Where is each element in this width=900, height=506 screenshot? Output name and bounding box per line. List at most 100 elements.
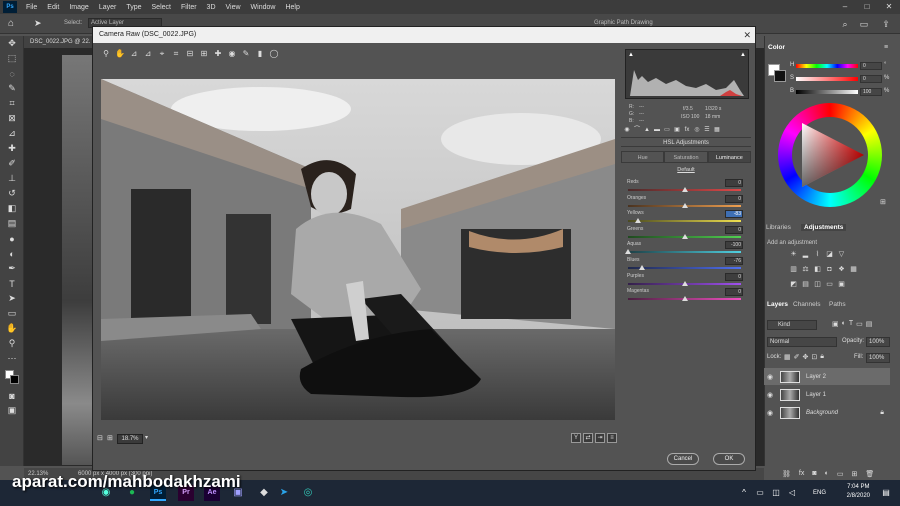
pen-tool-icon[interactable]: ✒ <box>0 261 24 276</box>
screen-mode-icon[interactable]: ▣ <box>0 403 24 418</box>
color-lookup-icon[interactable]: ▦ <box>849 265 858 274</box>
snapshots-tab-icon[interactable]: ▦ <box>713 126 721 134</box>
app-icon[interactable]: ◆ <box>256 485 272 501</box>
menu-select[interactable]: Select <box>147 4 176 11</box>
slider-value[interactable]: 0 <box>725 272 743 281</box>
document-tab[interactable]: DSC_0022.JPG @ 22. <box>24 36 94 48</box>
eyedropper-tool-icon[interactable]: ⊿ <box>0 126 24 141</box>
zoom-in-icon[interactable]: ⊞ <box>107 434 113 442</box>
highlight-clip-icon[interactable]: ▲ <box>740 52 746 58</box>
tab-hue[interactable]: Hue <box>621 151 665 163</box>
red-eye-icon[interactable]: ◉ <box>225 47 239 61</box>
raw-preview-image[interactable] <box>101 79 615 420</box>
slider-track[interactable] <box>628 267 741 269</box>
brush-tool-icon[interactable]: ✐ <box>0 156 24 171</box>
blend-mode-dropdown[interactable]: Normal <box>767 337 837 347</box>
channel-mixer-icon[interactable]: ❖ <box>837 265 846 274</box>
white-balance-tool-icon[interactable]: ⊿ <box>127 47 141 61</box>
move-tool-icon[interactable]: ➤ <box>34 18 42 29</box>
history-brush-icon[interactable]: ↺ <box>0 186 24 201</box>
levels-icon[interactable]: ▂ <box>801 250 810 259</box>
slider-oranges[interactable]: Oranges 0 <box>627 194 747 209</box>
copy-settings-icon[interactable]: ⇥ <box>595 433 605 443</box>
lock-all-icon[interactable]: 🔒︎ <box>820 353 824 361</box>
lock-transparent-icon[interactable]: ▦ <box>784 353 791 361</box>
menu-file[interactable]: File <box>21 4 42 11</box>
pixel-filter-icon[interactable]: ▣ <box>832 320 839 328</box>
menu-view[interactable]: View <box>221 4 246 11</box>
slider-value[interactable]: 0 <box>725 194 743 203</box>
lens-tab-icon[interactable]: ▣ <box>673 126 681 134</box>
photo-filter-icon[interactable]: ◘ <box>825 265 834 274</box>
targeted-adjustment-icon[interactable]: ⌖ <box>155 47 169 61</box>
effects-tab-icon[interactable]: fx <box>683 126 691 134</box>
tab-saturation[interactable]: Saturation <box>664 151 708 163</box>
layer-name[interactable]: Layer 2 <box>806 374 826 380</box>
threshold-icon[interactable]: ◫ <box>813 280 822 289</box>
preview-preferences-icon[interactable]: ≡ <box>607 433 617 443</box>
color-balance-icon[interactable]: ⚖ <box>801 265 810 274</box>
brightness-contrast-icon[interactable]: ☀ <box>789 250 798 259</box>
zoom-dropdown-icon[interactable]: ▾ <box>145 434 148 441</box>
app-icon[interactable]: ◎ <box>300 485 316 501</box>
slider-thumb[interactable] <box>634 218 641 224</box>
slider-aquas[interactable]: Aquas -100 <box>625 241 747 255</box>
lock-position-icon[interactable]: ✥ <box>803 353 809 361</box>
menu-layer[interactable]: Layer <box>94 4 122 11</box>
transform-tool-icon[interactable]: ⊞ <box>197 47 211 61</box>
slider-blues[interactable]: Blues -76 <box>627 257 747 271</box>
new-group-icon[interactable]: ▭ <box>837 470 844 478</box>
shape-filter-icon[interactable]: ▭ <box>856 320 863 328</box>
color-sampler-icon[interactable]: ⊿ <box>141 47 155 61</box>
adjustment-filter-icon[interactable]: ◐ <box>842 320 846 328</box>
fill-field[interactable]: 100% <box>866 353 890 363</box>
network-icon[interactable]: ◫ <box>768 485 784 501</box>
color-panel-tab[interactable]: Color <box>768 44 785 51</box>
layer-name[interactable]: Background <box>806 410 838 416</box>
layer-row[interactable]: ◉ Background 🔒︎ <box>764 404 890 421</box>
detail-tab-icon[interactable]: ▲ <box>643 126 651 134</box>
filter-kind-dropdown[interactable]: Kind <box>767 320 817 330</box>
hue-slider[interactable] <box>796 64 858 68</box>
volume-icon[interactable]: ◁ <box>784 485 800 501</box>
new-layer-icon[interactable]: ⊞ <box>851 470 857 478</box>
graduated-filter-icon[interactable]: ▮ <box>253 47 267 61</box>
zoom-level[interactable]: 18.7% <box>117 434 143 444</box>
adjustment-brush-icon[interactable]: ✎ <box>239 47 253 61</box>
lock-artboard-icon[interactable]: ⊡ <box>811 353 817 361</box>
hand-tool-icon[interactable]: ✋ <box>113 47 127 61</box>
new-adjustment-icon[interactable]: ◐ <box>825 470 829 478</box>
libraries-tab[interactable]: Libraries <box>766 224 791 231</box>
slider-value[interactable]: -100 <box>725 241 743 250</box>
slider-thumb[interactable] <box>638 265 645 270</box>
saturation-slider[interactable] <box>796 77 858 81</box>
slider-thumb[interactable] <box>681 187 688 192</box>
minimize-icon[interactable]: – <box>834 0 856 14</box>
workspace-icon[interactable]: ▭ <box>857 17 871 31</box>
adjustments-tab[interactable]: Adjustments <box>801 224 847 231</box>
path-select-tool-icon[interactable]: ➤ <box>0 291 24 306</box>
straighten-tool-icon[interactable]: ⊟ <box>183 47 197 61</box>
slider-thumb[interactable] <box>681 202 688 208</box>
share-icon[interactable]: ⇪ <box>879 17 893 31</box>
exposure-icon[interactable]: ◪ <box>825 250 834 259</box>
slider-greens[interactable]: Greens 0 <box>627 225 747 240</box>
background-color-swatch[interactable] <box>774 70 786 82</box>
lasso-tool-icon[interactable]: ◌ <box>0 66 24 81</box>
presets-tab-icon[interactable]: ☰ <box>703 126 711 134</box>
zoom-tool-icon[interactable]: ⚲ <box>99 47 113 61</box>
vibrance-icon[interactable]: ▽ <box>837 250 846 259</box>
eraser-tool-icon[interactable]: ◧ <box>0 201 24 216</box>
slider-thumb[interactable] <box>681 233 688 239</box>
tab-luminance[interactable]: Luminance <box>707 151 751 163</box>
layer-row[interactable]: ◉ Layer 1 <box>764 386 890 403</box>
hue-saturation-icon[interactable]: ▥ <box>789 265 798 274</box>
color-wheel[interactable] <box>778 103 882 207</box>
telegram-icon[interactable]: ➤ <box>276 485 292 501</box>
notifications-icon[interactable]: ▤ <box>878 485 894 501</box>
default-link[interactable]: Default <box>621 167 751 173</box>
smart-filter-icon[interactable]: ▤ <box>866 320 873 328</box>
calibration-tab-icon[interactable]: ◎ <box>693 126 701 134</box>
brightness-slider[interactable] <box>796 90 858 94</box>
crop-tool-icon[interactable]: ⌗ <box>0 96 24 111</box>
